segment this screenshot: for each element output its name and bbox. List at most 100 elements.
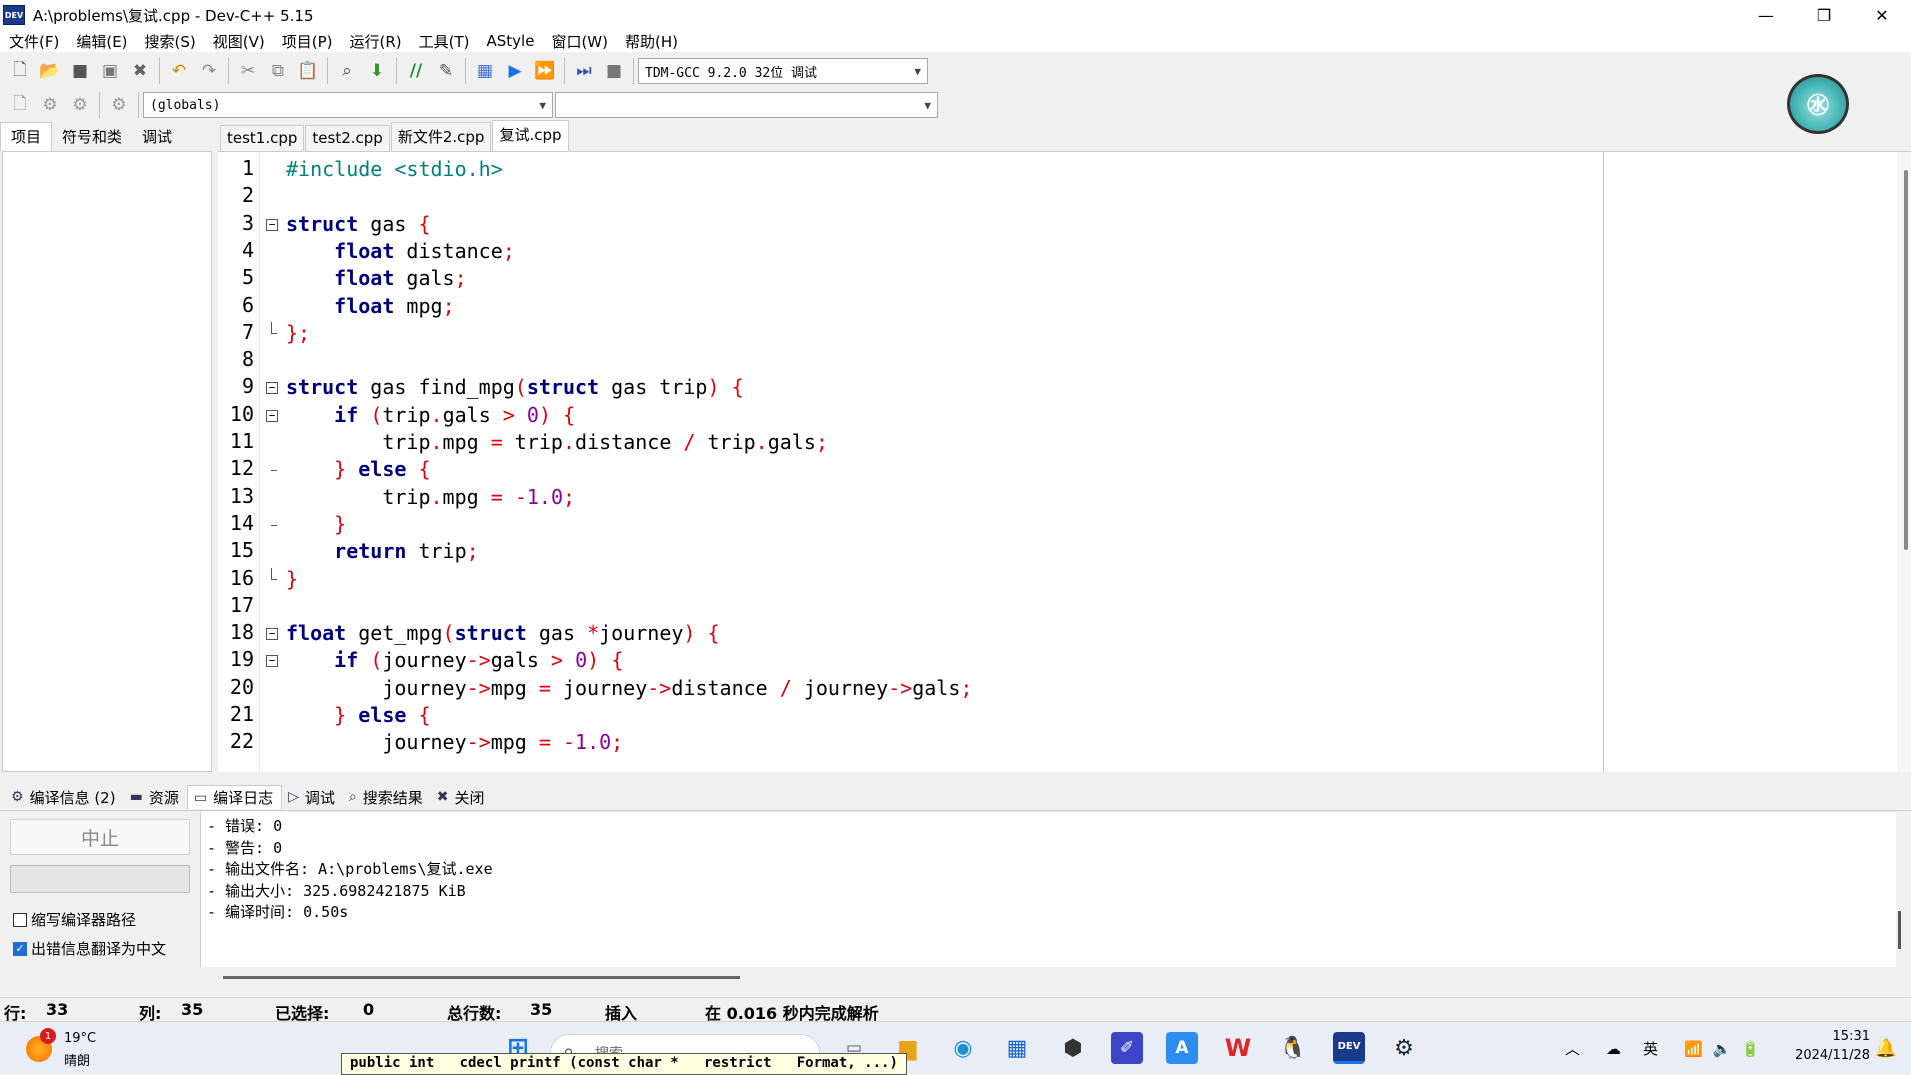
code-line[interactable]: struct gas { (286, 211, 431, 238)
cut-icon[interactable]: ✂ (235, 58, 261, 84)
menu-search[interactable]: 搜索(S) (136, 31, 204, 52)
log-horizontal-scrollbar[interactable] (223, 976, 740, 979)
file-tab[interactable]: test1.cpp (220, 125, 305, 151)
close-file-icon[interactable]: ✖ (127, 58, 153, 84)
compile-run-icon[interactable]: ⏩ (532, 58, 558, 84)
code-line[interactable]: journey->mpg = -1.0; (286, 729, 623, 756)
system-clock[interactable]: 15:31 2024/11/28 (1782, 1027, 1870, 1065)
code-line[interactable]: } else { (286, 702, 430, 729)
wps-office-icon[interactable]: W (1222, 1032, 1254, 1064)
fold-toggle-icon[interactable]: − (266, 218, 278, 231)
menu-project[interactable]: 项目(P) (273, 31, 341, 52)
onedrive-cloud-icon[interactable]: ☁ (1606, 1040, 1621, 1058)
steam-icon[interactable]: ⚙ (1388, 1032, 1420, 1064)
scrollbar-thumb[interactable] (1904, 170, 1908, 550)
weather-condition[interactable]: 晴朗 (64, 1050, 90, 1069)
unity-icon[interactable]: ⬢ (1057, 1032, 1089, 1064)
weather-temperature[interactable]: 19°C (64, 1031, 96, 1046)
close-window-button[interactable]: ✕ (1853, 0, 1911, 30)
file-tab[interactable]: test2.cpp (305, 125, 390, 151)
menu-run[interactable]: 运行(R) (340, 31, 409, 52)
member-select[interactable]: ▼ (555, 92, 938, 118)
code-line[interactable]: struct gas find_mpg(struct gas trip) { (286, 374, 744, 401)
gear-icon[interactable]: ⚙ (106, 92, 132, 118)
code-line[interactable]: float distance; (286, 238, 515, 265)
new-file-icon[interactable]: 🗋 (7, 58, 33, 84)
run-icon[interactable]: ▶ (502, 58, 528, 84)
tab-compile-log[interactable]: ▭ 编译日志 (186, 785, 283, 809)
scope-select[interactable]: (globals) ▼ (143, 92, 553, 118)
code-line[interactable]: #include <stdio.h> (286, 156, 503, 183)
devcpp-taskbar-icon[interactable]: DEV (1333, 1032, 1365, 1064)
app-icon-a[interactable]: A (1166, 1032, 1198, 1064)
checkbox-box[interactable] (13, 912, 27, 927)
menu-view[interactable]: 视图(V) (204, 31, 273, 52)
code-line[interactable]: journey->mpg = journey->distance / journ… (286, 675, 972, 702)
paste-icon[interactable]: 📋 (295, 58, 321, 84)
notification-bell-icon[interactable]: 🔔 (1870, 1032, 1902, 1064)
debug-step-icon[interactable]: ⏭ (571, 58, 597, 84)
minimize-button[interactable]: — (1737, 0, 1795, 30)
code-line[interactable]: } (286, 511, 346, 538)
editor-scrollbar[interactable] (1897, 152, 1911, 772)
code-line[interactable]: if (trip.gals > 0) { (286, 402, 575, 429)
show-hidden-icons-icon[interactable]: ︿ (1565, 1038, 1580, 1059)
code-line[interactable]: trip.mpg = -1.0; (286, 484, 575, 511)
open-file-icon[interactable]: 📂 (37, 58, 63, 84)
code-line[interactable]: trip.mpg = trip.distance / trip.gals; (286, 429, 828, 456)
new-class-icon[interactable]: 🗋 (7, 92, 33, 118)
menu-window[interactable]: 窗口(W) (542, 31, 616, 52)
goto-icon[interactable]: ⬇ (364, 58, 390, 84)
notes-app-icon[interactable]: ✐ (1111, 1032, 1143, 1064)
input-language[interactable]: 英 (1643, 1038, 1658, 1059)
file-tab[interactable]: 新文件2.cpp (390, 122, 492, 151)
store-icon[interactable]: ▦ (1001, 1032, 1033, 1064)
tab-close-panel[interactable]: ✖ 关闭 (431, 785, 493, 809)
fold-toggle-icon[interactable]: − (266, 409, 278, 422)
menu-help[interactable]: 帮助(H) (616, 31, 686, 52)
code-line[interactable]: float gals; (286, 265, 466, 292)
tab-debug-bottom[interactable]: ▷ 调试 (282, 785, 343, 809)
compiler-select[interactable]: TDM-GCC 9.2.0 32位 调试 ▼ (638, 58, 928, 84)
compile-log-output[interactable]: - 错误: 0 - 警告: 0 - 输出文件名: A:\problems\复试.… (200, 812, 1896, 967)
redo-icon[interactable]: ↷ (196, 58, 222, 84)
log-vertical-scrollbar[interactable] (1898, 911, 1901, 949)
menu-file[interactable]: 文件(F) (0, 31, 67, 52)
code-line[interactable]: } (286, 566, 298, 593)
undo-icon[interactable]: ↶ (166, 58, 192, 84)
code-line[interactable]: return trip; (286, 538, 479, 565)
menu-edit[interactable]: 编辑(E) (67, 31, 135, 52)
translate-errors-checkbox[interactable]: ✓ 出错信息翻译为中文 (13, 938, 166, 959)
fold-toggle-icon[interactable]: − (266, 382, 278, 395)
save-all-icon[interactable]: ▣ (97, 58, 123, 84)
qq-icon[interactable]: 🐧 (1277, 1032, 1309, 1064)
tab-symbols[interactable]: 符号和类 (52, 123, 132, 151)
compile-icon[interactable]: ▦ (472, 58, 498, 84)
copy-icon[interactable]: ⧉ (265, 58, 291, 84)
restore-button[interactable]: ❐ (1795, 0, 1853, 30)
save-icon[interactable]: ■ (67, 58, 93, 84)
stop-icon[interactable]: ■ (601, 58, 627, 84)
file-tab-active[interactable]: 复试.cpp (492, 120, 569, 151)
fold-toggle-icon[interactable]: − (266, 655, 278, 668)
comment-icon[interactable]: // (403, 58, 429, 84)
gear-icon[interactable]: ⚙ (37, 92, 63, 118)
tab-search-results[interactable]: ⌕ 搜索结果 (343, 785, 431, 809)
menu-tools[interactable]: 工具(T) (410, 31, 478, 52)
tab-project[interactable]: 项目 (0, 122, 53, 151)
code-line[interactable]: float get_mpg(struct gas *journey) { (286, 620, 720, 647)
edge-browser-icon[interactable]: ◉ (947, 1032, 979, 1064)
shorten-paths-checkbox[interactable]: 缩写编译器路径 (13, 909, 136, 930)
checkbox-box-checked[interactable]: ✓ (13, 941, 27, 956)
battery-icon[interactable]: 🔋 (1741, 1040, 1760, 1058)
code-line[interactable]: if (journey->gals > 0) { (286, 647, 623, 674)
tab-compile-info[interactable]: ⚙ 编译信息 (2) (5, 785, 124, 809)
tab-debug[interactable]: 调试 (132, 123, 182, 151)
code-line[interactable]: } else { (286, 456, 430, 483)
find-icon[interactable]: ⌕ (334, 58, 360, 84)
gear-icon[interactable]: ⚙ (67, 92, 93, 118)
user-avatar[interactable]: ㊌ (1787, 74, 1849, 134)
code-line[interactable]: }; (286, 320, 310, 347)
code-editor[interactable]: 1 2 3 4 5 6 7 8 9 10 11 12 13 14 15 16 17 18 19 20 21 22 − − − −… (218, 151, 1911, 772)
tab-resources[interactable]: ▬ 资源 (124, 785, 187, 809)
